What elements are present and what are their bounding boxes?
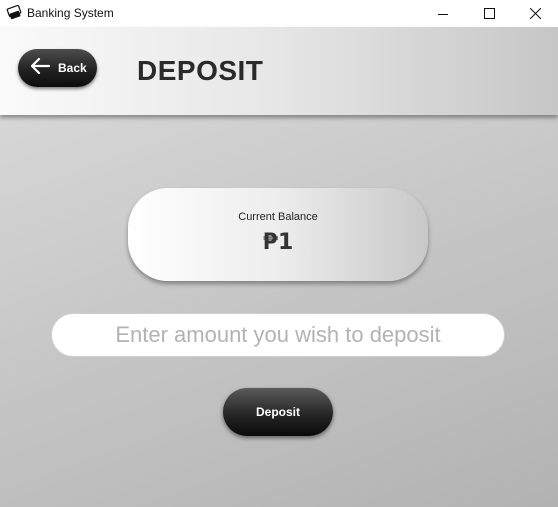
maximize-icon [483, 4, 495, 23]
balance-label: Current Balance [238, 211, 318, 223]
minimize-button[interactable] [420, 0, 466, 27]
close-icon [529, 4, 541, 23]
deposit-button[interactable]: Deposit [223, 388, 333, 436]
back-button-label: Back [58, 61, 87, 75]
balance-card: Current Balance ₱1 [128, 188, 428, 281]
deposit-button-label: Deposit [255, 405, 300, 419]
back-button[interactable]: Back [18, 49, 97, 87]
close-button[interactable] [512, 0, 558, 27]
page-header: Back DEPOSIT [0, 27, 558, 115]
bank-app-icon [6, 4, 22, 20]
amount-input[interactable] [51, 313, 505, 357]
window-title: Banking System [27, 6, 114, 20]
arrow-left-icon [30, 57, 51, 79]
balance-value: ₱1 [262, 230, 294, 255]
deposit-screen: Back DEPOSIT Current Balance ₱1 Deposit [0, 27, 558, 507]
page-title: DEPOSIT [137, 55, 264, 86]
minimize-icon [438, 4, 448, 23]
maximize-button[interactable] [466, 0, 512, 27]
window-titlebar: Banking System [0, 0, 558, 27]
